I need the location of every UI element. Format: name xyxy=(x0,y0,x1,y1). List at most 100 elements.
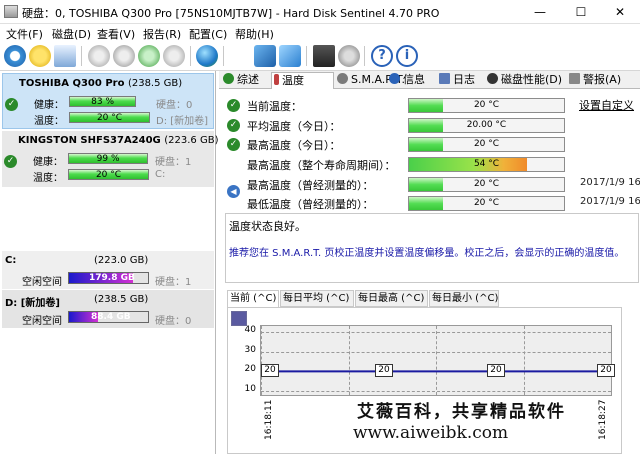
network-icon[interactable] xyxy=(279,45,301,67)
y-axis: 40 30 20 10 xyxy=(236,325,258,396)
volume-disk: 硬盘：1 xyxy=(155,277,192,288)
disk-item-kingston[interactable]: KINGSTON SHFS37A240G (223.6 GB) ✓ 健康： 99… xyxy=(2,131,218,187)
health-bar: 99 % xyxy=(68,153,149,164)
close-button[interactable]: ✕ xyxy=(600,0,640,24)
temp-label: 当前温度： xyxy=(247,100,302,113)
y-tick-label: 30 xyxy=(244,344,256,355)
chart-svg xyxy=(267,370,607,373)
tab-info[interactable]: 信息 xyxy=(387,72,436,89)
thermometer-icon xyxy=(274,74,279,85)
temperature-chart: 20 20 20 20 xyxy=(260,325,615,396)
temperature-label: 温度： xyxy=(34,116,64,127)
temp-timestamp: 2017/1/9 16:1 xyxy=(580,177,640,188)
temp-value: 20 °C xyxy=(473,179,500,189)
health-label: 健康： xyxy=(33,157,63,168)
refresh-icon[interactable] xyxy=(4,45,26,67)
menu-bar: 文件(F) 磁盘(D) 查看(V) 报告(R) 配置(C) 帮助(H) xyxy=(0,24,640,41)
disk-surface-icon[interactable] xyxy=(113,45,135,67)
disk-name: TOSHIBA Q300 Pro xyxy=(19,78,125,89)
help-icon[interactable]: ? xyxy=(371,45,393,67)
temp-value: 20.00 °C xyxy=(466,120,507,130)
temp-row-max-ever: 最高温度（曾经测量的）： 20 °C 2017/1/9 16:1 xyxy=(227,175,640,193)
temp-bar: 20 °C xyxy=(408,196,565,211)
tab-overview[interactable]: 综述 xyxy=(221,72,271,89)
chart-tab-daily-avg[interactable]: 每日平均 (^C) xyxy=(280,290,354,307)
volume-size: (238.5 GB) xyxy=(94,294,149,305)
disk-wrench-icon[interactable] xyxy=(163,45,185,67)
free-space-value: 179.8 GB xyxy=(89,273,135,283)
app-icon xyxy=(4,5,18,18)
minimize-button[interactable]: — xyxy=(520,0,560,24)
settings-icon[interactable] xyxy=(313,45,335,67)
tab-performance[interactable]: 磁盘性能(D) xyxy=(485,72,565,89)
chart-tab-daily-max[interactable]: 每日最高 (^C) xyxy=(355,290,428,307)
disk-test-icon[interactable] xyxy=(88,45,110,67)
smart-icon xyxy=(337,73,348,84)
chart-tab-bar: 当前 (^C) 每日平均 (^C) 每日最高 (^C) 每日最小 (^C) xyxy=(227,290,639,307)
data-label: 20 xyxy=(597,364,615,378)
menu-disk[interactable]: 磁盘(D) xyxy=(52,26,91,42)
alerts-icon xyxy=(569,73,580,84)
volume-item-d[interactable]: D: [新加卷] (238.5 GB) 空闲空间 88.4 GB 硬盘：0 xyxy=(2,290,214,328)
temp-bar: 20.00 °C xyxy=(408,118,565,133)
temp-row-min-ever: 最低温度（曾经测量的）： 20 °C 2017/1/9 16:1 xyxy=(227,194,640,212)
temp-value: 20 °C xyxy=(473,100,500,110)
disk-volume: C: xyxy=(155,169,166,180)
reset-history-icon[interactable]: ◀ xyxy=(227,185,240,198)
globe-icon[interactable] xyxy=(196,45,218,67)
temp-value: 20 °C xyxy=(473,139,500,149)
title-bar: 硬盘：0, TOSHIBA Q300 Pro [75NS10MJTB7W] - … xyxy=(0,0,640,24)
tab-temperature[interactable]: 温度 xyxy=(271,72,334,89)
health-label: 健康： xyxy=(34,100,64,111)
chart-tab-daily-min[interactable]: 每日最小 (^C) xyxy=(429,290,499,307)
free-space-bar: 88.4 GB xyxy=(68,311,149,323)
temp-label: 最高温度（整个寿命周期间）： xyxy=(247,159,396,172)
ok-icon: ✓ xyxy=(227,119,240,132)
free-space-label: 空闲空间 xyxy=(22,316,62,327)
free-space-value: 88.4 GB xyxy=(91,312,131,322)
disk-item-toshiba[interactable]: TOSHIBA Q300 Pro (238.5 GB) ✓ 健康： 83 % 硬… xyxy=(2,73,214,129)
watermark-url: www.aiweibk.com xyxy=(353,423,509,443)
disk-check-icon[interactable] xyxy=(138,45,160,67)
volume-item-c[interactable]: C: (223.0 GB) 空闲空间 179.8 GB 硬盘：1 xyxy=(2,251,214,289)
temp-row-max-lifetime: 最高温度（整个寿命周期间）： 54 °C xyxy=(227,155,637,173)
status-text: 温度状态良好。 xyxy=(229,220,306,233)
menu-view[interactable]: 查看(V) xyxy=(97,26,135,42)
volume-disk: 硬盘：0 xyxy=(155,316,192,327)
disk-size: (238.5 GB) xyxy=(127,78,183,89)
save-chart-icon[interactable] xyxy=(231,311,247,326)
tab-smart[interactable]: S.M.A.R.T. xyxy=(335,72,405,89)
sound-icon[interactable] xyxy=(338,45,360,67)
temp-bar: 54 °C xyxy=(408,157,565,172)
set-custom-temp-link[interactable]: 设置自定义 xyxy=(579,97,634,113)
temperature-status-box: 温度状态良好。 推荐您在 S.M.A.R.T. 页校正温度并设置温度偏移量。校正… xyxy=(225,213,639,283)
tab-log[interactable]: 日志 xyxy=(437,72,485,89)
recommendation-text: 推荐您在 S.M.A.R.T. 页校正温度并设置温度偏移量。校正之后，会显示的正… xyxy=(229,248,625,259)
y-tick-label: 20 xyxy=(244,364,256,375)
temp-label: 平均温度（今日）： xyxy=(247,120,341,133)
maximize-button[interactable]: ☐ xyxy=(561,0,601,24)
sync-icon[interactable] xyxy=(254,45,276,67)
chart-tab-current[interactable]: 当前 (^C) xyxy=(227,290,279,307)
report-icon[interactable] xyxy=(54,45,76,67)
info-icon[interactable]: i xyxy=(396,45,418,67)
y-tick-label: 10 xyxy=(244,384,256,394)
temp-label: 最高温度（曾经测量的）： xyxy=(247,179,374,192)
menu-file[interactable]: 文件(F) xyxy=(6,26,43,42)
menu-help[interactable]: 帮助(H) xyxy=(235,26,274,42)
performance-icon xyxy=(487,73,498,84)
tab-alerts[interactable]: 警报(A) xyxy=(567,72,640,89)
menu-report[interactable]: 报告(R) xyxy=(143,26,181,42)
health-ok-icon: ✓ xyxy=(5,98,18,111)
y-tick-label: 40 xyxy=(244,325,256,335)
volume-size: (223.0 GB) xyxy=(94,255,149,266)
alert-icon[interactable] xyxy=(29,45,51,67)
window-title: 硬盘：0, TOSHIBA Q300 Pro [75NS10MJTB7W] - … xyxy=(22,7,440,20)
menu-config[interactable]: 配置(C) xyxy=(189,26,227,42)
ok-icon: ✓ xyxy=(227,99,240,112)
data-label: 20 xyxy=(487,364,505,378)
temp-row-current: ✓ 当前温度： 20 °C xyxy=(227,96,637,114)
temp-row-max-today: ✓ 最高温度（今日）： 20 °C xyxy=(227,135,637,153)
temperature-label: 温度： xyxy=(33,173,63,184)
temp-bar: 20 °C xyxy=(408,137,565,152)
